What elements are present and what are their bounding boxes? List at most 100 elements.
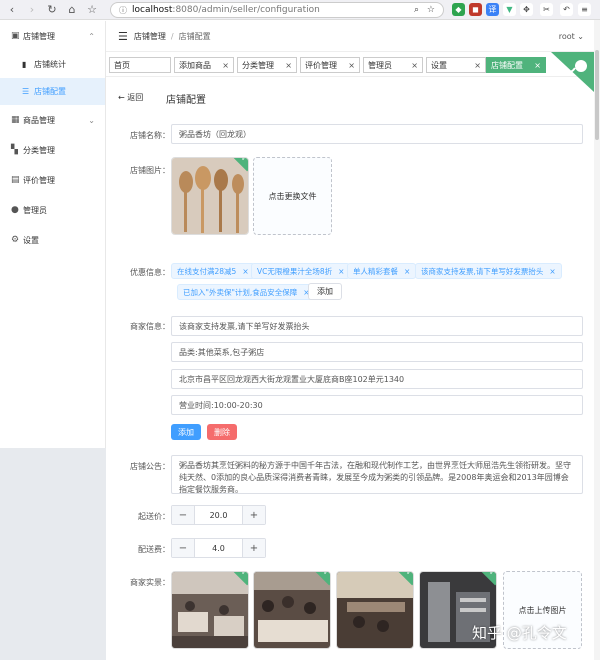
translate-extension-icon[interactable]: 译 <box>486 3 499 16</box>
ublock-extension-icon[interactable]: ◼ <box>469 3 482 16</box>
tab-settings[interactable]: 设置 × <box>426 57 486 73</box>
sidebar-item-review-mgmt[interactable]: ▤ 评价管理 <box>0 165 105 195</box>
close-icon[interactable]: × <box>404 267 410 276</box>
merchant-info-label: 商家信息： <box>130 322 170 331</box>
delete-merchant-info-button[interactable]: 删除 <box>207 424 237 440</box>
extension-icon[interactable]: ✥ <box>520 3 533 16</box>
hamburger-icon[interactable]: ☰ <box>118 30 128 43</box>
search-icon[interactable]: ⌕ <box>414 5 419 15</box>
discount-tag: 已加入"外卖保"计划,食品安全保障 × <box>177 284 316 300</box>
sidebar-item-settings[interactable]: ⚙ 设置 <box>0 225 105 255</box>
restaurant-photo[interactable]: ✓ <box>171 571 249 649</box>
tab-category-mgmt[interactable]: 分类管理 × <box>237 57 297 73</box>
plus-icon[interactable]: + <box>243 539 265 557</box>
back-arrow-icon[interactable]: ‹ <box>4 2 20 18</box>
close-icon[interactable]: × <box>474 61 481 70</box>
sidebar-item-store-stats[interactable]: ▮ 店铺统计 <box>0 51 105 78</box>
shield-extension-icon[interactable]: ◆ <box>452 3 465 16</box>
home-icon[interactable]: ⌂ <box>64 2 80 18</box>
min-price-value[interactable]: 20.0 <box>194 506 243 524</box>
tab-add-product[interactable]: 添加商品 × <box>174 57 234 73</box>
sidebar-empty-area <box>0 448 106 660</box>
close-icon[interactable]: × <box>534 61 541 70</box>
notice-textarea[interactable]: 粥品香坊其烹饪粥料的秘方源于中国千年古法，在融和现代制作工艺，由世界烹饪大师屈浩… <box>171 455 583 494</box>
minus-icon[interactable]: − <box>172 539 194 557</box>
merchant-info-input[interactable]: 北京市昌平区回龙观西大街龙观置业大厦底商B座102单元1340 <box>171 369 583 389</box>
browser-toolbar: ‹ › ↻ ⌂ ☆ ⓘ localhost:8080/admin/seller/… <box>0 0 600 20</box>
close-icon[interactable]: × <box>549 267 555 276</box>
info-icon: ⓘ <box>119 5 127 15</box>
product-icon: ▦ <box>11 115 20 125</box>
tab-bar: 首页 添加商品 × 分类管理 × 评价管理 × 管理员 × 设置 × 店铺配置 × <box>106 53 594 77</box>
address-bar[interactable]: ⓘ localhost:8080/admin/seller/configurat… <box>110 2 444 18</box>
delivery-fee-value[interactable]: 4.0 <box>194 539 243 557</box>
add-discount-button[interactable]: 添加 <box>308 283 342 300</box>
user-icon: ● <box>11 205 19 215</box>
min-price-stepper[interactable]: − 20.0 + <box>171 505 266 525</box>
plus-icon[interactable]: + <box>243 506 265 524</box>
close-icon[interactable]: × <box>222 61 229 70</box>
scrollbar-thumb[interactable] <box>595 50 599 140</box>
tab-review-mgmt[interactable]: 评价管理 × <box>300 57 360 73</box>
star-icon[interactable]: ☆ <box>427 5 435 15</box>
url-text: localhost:8080/admin/seller/configuratio… <box>132 5 320 15</box>
breadcrumb-parent[interactable]: 店铺管理 <box>134 32 166 41</box>
back-button[interactable]: ← 返回 <box>118 92 143 103</box>
comment-icon: ▤ <box>11 175 20 185</box>
interior-photo-image <box>337 572 413 648</box>
delivery-fee-label: 配送费： <box>138 545 170 554</box>
tab-admins[interactable]: 管理员 × <box>363 57 423 73</box>
min-price-label: 起送价： <box>138 512 170 521</box>
discount-tag: 该商家支持发票,请下单写好发票抬头 × <box>415 263 562 279</box>
merchant-info-input[interactable]: 营业时间:10:00-20:30 <box>171 395 583 415</box>
forward-arrow-icon[interactable]: › <box>24 2 40 18</box>
menu-icon[interactable]: ≡ <box>578 3 591 16</box>
spoons-image <box>172 158 248 234</box>
store-name-input[interactable]: 粥品香坊（回龙观） <box>171 124 583 144</box>
restaurant-photo[interactable]: ✓ <box>336 571 414 649</box>
close-icon[interactable]: × <box>285 61 292 70</box>
close-icon[interactable]: × <box>411 61 418 70</box>
breadcrumb: 店铺管理 / 店铺配置 <box>133 31 211 41</box>
sidebar-item-admins[interactable]: ● 管理员 <box>0 195 105 225</box>
tab-store-config[interactable]: 店铺配置 × <box>486 57 546 73</box>
bookmark-star-icon[interactable]: ☆ <box>84 2 100 18</box>
reload-icon[interactable]: ↻ <box>44 2 60 18</box>
bar-chart-icon: ▮ <box>22 60 27 69</box>
discount-tag: 在线支付满28减5 × <box>171 263 255 279</box>
main-content: ← 返回 店铺配置 店铺名称： 粥品香坊（回龙观） 店铺图片： ✓ 点击更换文件… <box>106 78 594 660</box>
header: ☰ 店铺管理 / 店铺配置 root ⌄ <box>106 21 594 52</box>
add-merchant-info-button[interactable]: 添加 <box>171 424 201 440</box>
undo-icon[interactable]: ↶ <box>560 3 573 16</box>
notice-label: 店铺公告： <box>130 462 170 471</box>
close-icon[interactable]: × <box>348 61 355 70</box>
photos-label: 商家实景： <box>130 578 170 587</box>
close-icon[interactable]: × <box>338 267 344 276</box>
watermark: 知乎 @孔令文 <box>472 624 567 642</box>
replace-file-upload[interactable]: 点击更换文件 <box>253 157 332 235</box>
scrollbar[interactable] <box>594 20 600 660</box>
breadcrumb-current: 店铺配置 <box>178 31 211 41</box>
grid-icon: ▚ <box>11 145 18 155</box>
delivery-fee-stepper[interactable]: − 4.0 + <box>171 538 266 558</box>
crowd-photo-image <box>254 572 330 648</box>
user-dropdown[interactable]: root ⌄ <box>559 32 584 41</box>
store-image[interactable]: ✓ <box>171 157 249 235</box>
store-name-label: 店铺名称： <box>130 131 170 140</box>
discount-tag: VC无限橙果汁全场8折 × <box>251 263 351 279</box>
sidebar-item-product-mgmt[interactable]: ▦ 商品管理 ⌄ <box>0 105 105 135</box>
close-icon[interactable]: × <box>242 267 248 276</box>
merchant-info-input[interactable]: 该商家支持发票,请下单写好发票抬头 <box>171 316 583 336</box>
sidebar-item-store-config[interactable]: ☰ 店铺配置 <box>0 78 105 105</box>
restaurant-photo[interactable]: ✓ <box>253 571 331 649</box>
scissors-icon[interactable]: ✂ <box>540 3 553 16</box>
merchant-info-input[interactable]: 品类:其他菜系,包子粥店 <box>171 342 583 362</box>
sidebar-item-store-mgmt[interactable]: ▣ 店铺管理 ⌃ <box>0 21 105 51</box>
vue-devtools-icon[interactable]: ▼ <box>503 3 516 16</box>
minus-icon[interactable]: − <box>172 506 194 524</box>
sidebar: ▣ 店铺管理 ⌃ ▮ 店铺统计 ☰ 店铺配置 ▦ 商品管理 ⌄ ▚ 分类管理 ▤… <box>0 21 106 448</box>
discount-label: 优惠信息： <box>130 268 170 277</box>
sidebar-item-category-mgmt[interactable]: ▚ 分类管理 <box>0 135 105 165</box>
tab-home[interactable]: 首页 <box>109 57 171 73</box>
chevron-down-icon: ⌄ <box>88 115 95 125</box>
